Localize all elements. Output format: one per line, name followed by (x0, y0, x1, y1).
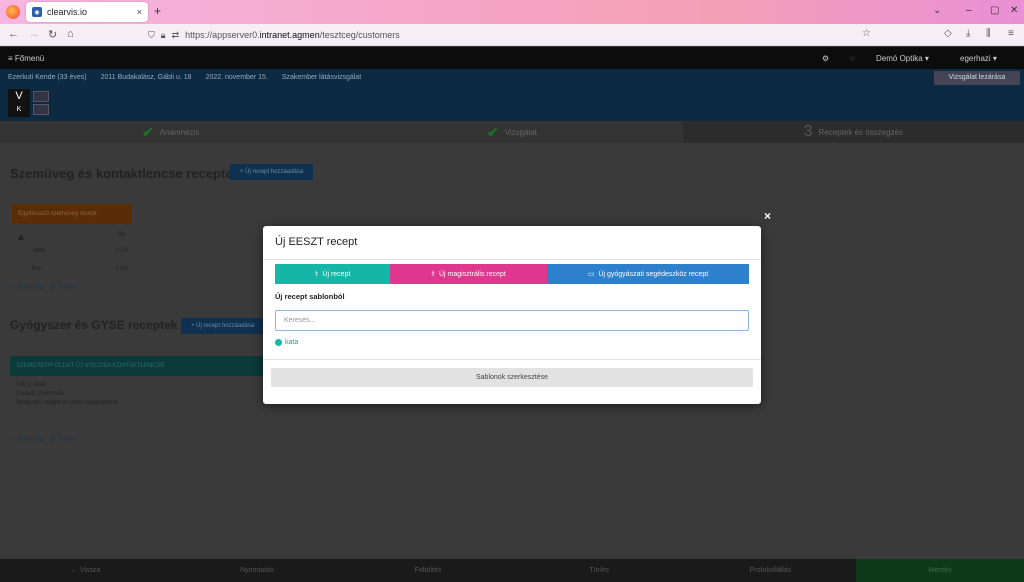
step-number: 3 (803, 123, 813, 140)
back-button[interactable]: ← Vissza (0, 559, 171, 582)
new-magistral-rx-button[interactable]: ⚕︎ Új magisztrális recept (390, 264, 547, 284)
browser-nav-bar: ← → ↻ ⌂ ⛉ 🔒︎ ⇄ https://appserver0.intran… (0, 24, 1024, 46)
pills-icon: ⚕︎ (431, 271, 435, 278)
rx-row-left: Bal (32, 266, 41, 272)
settings-icon[interactable]: ⚙ (822, 54, 829, 63)
save-button[interactable]: Mentés (856, 559, 1024, 582)
user-menu[interactable]: egerhazi ▾ (960, 54, 997, 63)
new-eeszt-rx-modal: Új EESZT recept ⚕︎ Új recept ⚕︎ Új magiszt… (263, 226, 761, 404)
check-icon: ✔ (142, 123, 154, 140)
rx-type-buttons: ⚕︎ Új recept ⚕︎ Új magisztrális recept ▭ Új… (275, 264, 749, 284)
delete-button[interactable]: Törlés (514, 559, 685, 582)
pills-icon: ⚕︎ (314, 271, 319, 278)
divider (263, 259, 761, 260)
browser-tab[interactable]: ◉ clearvis.io × (26, 2, 148, 22)
home-icon[interactable]: ⌂ (67, 28, 74, 40)
template-section-label: Új recept sablonból (275, 292, 345, 301)
glasses-rx-card: ▲ Sp Jobb -1.25 Bal -1.50 (16, 232, 128, 272)
app-top-nav: ≡ Főmenü ⚙ ◌ Demó Optika ▾ egerhazi ▾ (0, 47, 1024, 69)
add-medication-rx-button[interactable]: + Új recept hozzáadása (181, 318, 265, 334)
back-icon[interactable]: ← (8, 28, 19, 40)
medication-section-title: Gyógyszer és GYSE receptek (10, 318, 178, 332)
delete-link[interactable]: 🗑 Törlés (49, 285, 75, 291)
template-item[interactable]: kata (275, 339, 298, 346)
new-rx-button[interactable]: ⚕︎ Új recept (275, 264, 390, 284)
permissions-icon[interactable]: ⇄ (172, 30, 180, 41)
new-tab-button[interactable]: + (154, 4, 161, 18)
shield-icon[interactable]: ⛉ (148, 30, 155, 41)
step-anamnesis[interactable]: ✔ Anamnézis (0, 121, 341, 143)
step-prescriptions[interactable]: 3 Receptek és összegzés (682, 121, 1024, 143)
browser-tab-bar: ◉ clearvis.io × + ⌄ – ▢ ✕ (0, 0, 1024, 24)
glasses-section-title: Szemüveg és kontaktlencse receptek (10, 166, 240, 181)
window-close-icon[interactable]: ✕ (1010, 5, 1018, 16)
template-dot-icon (275, 339, 282, 346)
mountain-icon: ▲ (16, 232, 26, 243)
upload-button[interactable]: Feltöltés (342, 559, 513, 582)
add-glasses-rx-button[interactable]: + Új recept hozzáadása (230, 164, 314, 180)
modal-close-icon[interactable]: × (764, 209, 771, 223)
minimize-icon[interactable]: – (966, 5, 972, 16)
info-icon[interactable]: ◌ (850, 54, 855, 63)
medication-details: 100 g oldat 1 tubus, Normaita Adagolás: re… (16, 382, 118, 406)
step-exam[interactable]: ✔ Vizsgálat (341, 121, 682, 143)
modal-title: Új EESZT recept (275, 236, 358, 248)
url-text[interactable]: https://appserver0.intranet.agmen/tesztc… (185, 30, 400, 40)
medication-rx-tab[interactable]: SZEMCSEPP OLDAT ÚJ VISCOSA KONTAKTLENCSE (10, 356, 270, 376)
badge-toggle-top[interactable] (33, 91, 49, 102)
patient-badge: VK (8, 89, 30, 117)
patient-name: Ezerkuti Kende (33 éves) (8, 74, 87, 81)
check-icon: ✔ (486, 123, 499, 140)
exam-type: Szakember látásvizsgálat (281, 74, 362, 81)
maximize-icon[interactable]: ▢ (990, 5, 999, 16)
forward-icon[interactable]: → (28, 28, 39, 40)
edit-link[interactable]: ✎ Módosítás (10, 437, 44, 443)
clearvis-favicon-icon: ◉ (32, 7, 42, 17)
close-exam-button[interactable]: Vizsgálat lezárása (934, 71, 1020, 85)
print-button[interactable]: Nyomtatás (171, 559, 342, 582)
url-bar[interactable]: ⛉ 🔒︎ ⇄ https://appserver0.intranet.agmen… (148, 27, 882, 43)
bookmark-star-icon[interactable]: ☆ (862, 28, 871, 39)
main-menu-button[interactable]: ≡ Főmenü (8, 54, 44, 63)
download-icon[interactable]: ⤓ (966, 28, 970, 39)
pocket-icon[interactable]: ◇ (944, 28, 952, 39)
badge-toggle-bottom[interactable] (33, 104, 49, 115)
edit-templates-button[interactable]: Sablonok szerkesztése (271, 368, 753, 387)
edit-link[interactable]: ✎ Módosítás (10, 285, 44, 291)
patient-header: Ezerkuti Kende (33 éves) 2011 Budakalász… (0, 69, 1024, 121)
delete-link[interactable]: 🗑 Törlés (49, 437, 75, 443)
patient-address: 2011 Budakalász, Gábli u. 18 (100, 74, 192, 81)
exam-date: 2022. november 15. (205, 74, 268, 81)
tab-list-icon[interactable]: ⌄ (933, 5, 941, 16)
glasses-rx-tab[interactable]: Egyfókuszú szemüveg recept (12, 204, 132, 224)
store-selector[interactable]: Demó Optika ▾ (876, 54, 929, 63)
lock-icon[interactable]: 🔒︎ (161, 30, 166, 41)
id-card-icon: ▭ (587, 271, 595, 278)
rx-row-right: Jobb (32, 248, 46, 254)
library-icon[interactable]: ⫼ (986, 28, 991, 39)
reload-icon[interactable]: ↻ (48, 28, 57, 41)
protocol-button[interactable]: Protokollállás (685, 559, 856, 582)
tab-close-icon[interactable]: × (137, 7, 142, 17)
menu-icon[interactable]: ≡ (1008, 28, 1014, 39)
progress-steps: ✔ Anamnézis ✔ Vizsgálat 3 Receptek és össze… (0, 121, 1024, 143)
template-search-input[interactable] (275, 310, 749, 331)
divider (263, 359, 761, 360)
firefox-icon[interactable] (6, 5, 20, 19)
app-footer: ← Vissza Nyomtatás Feltöltés Törlés Prot… (0, 559, 1024, 582)
tab-title: clearvis.io (47, 7, 88, 17)
new-medical-aid-rx-button[interactable]: ▭ Új gyógyászati segédeszköz recept (547, 264, 749, 284)
